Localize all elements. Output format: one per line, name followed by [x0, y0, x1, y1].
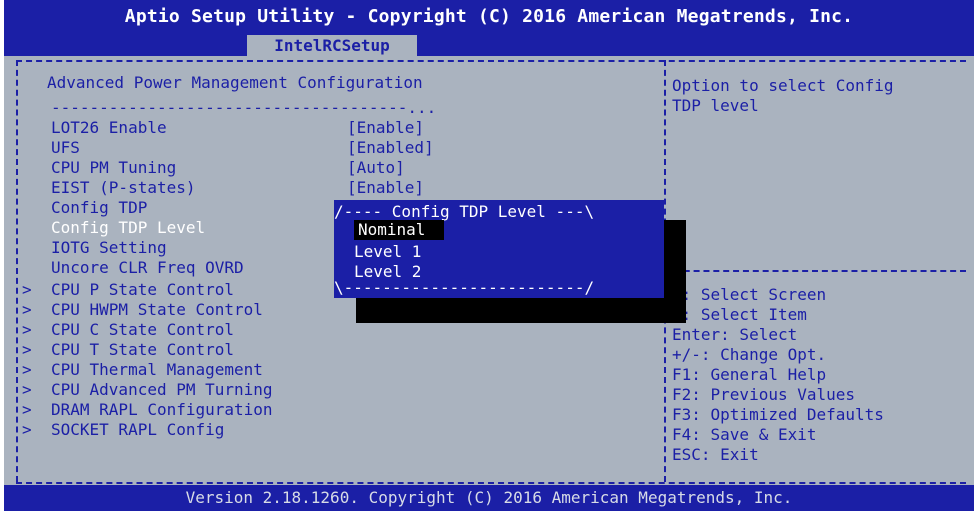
submenu-arrow-4: > [22, 340, 32, 359]
setting-iotg-setting[interactable]: IOTG Setting [51, 238, 167, 258]
submenu-arrow-3: > [22, 320, 32, 339]
footer-bar: Version 2.18.1260. Copyright (C) 2016 Am… [4, 485, 974, 511]
setting-eist-value[interactable]: [Enable] [347, 178, 424, 198]
app-title: Aptio Setup Utility - Copyright (C) 2016… [124, 6, 854, 27]
setting-config-tdp[interactable]: Config TDP [51, 198, 147, 218]
help-description-line-2: TDP level [672, 96, 759, 115]
submenu-arrow-1: > [22, 280, 32, 299]
help-key-select-item: v: Select Item [672, 305, 807, 324]
submenu-cpu-t-state-control[interactable]: CPU T State Control [51, 340, 234, 360]
title-divider: -------------------------------------... [51, 98, 437, 117]
setting-uncore-clr-freq-ovrd[interactable]: Uncore CLR Freq OVRD [51, 258, 244, 278]
setting-cpu-pm-tuning-value[interactable]: [Auto] [347, 158, 405, 178]
bottom-border [16, 482, 966, 484]
submenu-dram-rapl-configuration[interactable]: DRAM RAPL Configuration [51, 400, 273, 420]
submenu-socket-rapl-config[interactable]: SOCKET RAPL Config [51, 420, 224, 440]
submenu-cpu-thermal-management[interactable]: CPU Thermal Management [51, 360, 263, 380]
setting-ufs[interactable]: UFS [51, 138, 80, 158]
setting-lot26-enable-value[interactable]: [Enable] [347, 118, 424, 138]
setting-eist[interactable]: EIST (P-states) [51, 178, 196, 198]
setting-config-tdp-level[interactable]: Config TDP Level [51, 218, 205, 238]
help-key-previous-values: F2: Previous Values [672, 385, 856, 404]
help-description-line-1: Option to select Config [672, 76, 894, 95]
submenu-arrow-5: > [22, 360, 32, 379]
submenu-cpu-p-state-control[interactable]: CPU P State Control [51, 280, 234, 300]
submenu-arrow-7: > [22, 400, 32, 419]
popup-bottom-border: \-------------------------/ [334, 278, 595, 297]
popup-option-nominal[interactable]: Nominal [354, 220, 444, 240]
top-border [16, 60, 966, 62]
bios-window: Aptio Setup Utility - Copyright (C) 2016… [4, 0, 974, 511]
setting-ufs-value[interactable]: [Enabled] [347, 138, 434, 158]
submenu-arrow-8: > [22, 420, 32, 439]
help-key-general-help: F1: General Help [672, 365, 827, 384]
submenu-arrow-6: > [22, 380, 32, 399]
help-key-optimized-defaults: F3: Optimized Defaults [672, 405, 884, 424]
help-key-enter-select: Enter: Select [672, 325, 798, 344]
setting-cpu-pm-tuning[interactable]: CPU PM Tuning [51, 158, 176, 178]
submenu-cpu-hwpm-state-control[interactable]: CPU HWPM State Control [51, 300, 263, 320]
help-key-select-screen: <: Select Screen [672, 285, 827, 304]
header-bar: Aptio Setup Utility - Copyright (C) 2016… [4, 0, 974, 56]
submenu-cpu-advanced-pm-turning[interactable]: CPU Advanced PM Turning [51, 380, 273, 400]
submenu-cpu-c-state-control[interactable]: CPU C State Control [51, 320, 234, 340]
help-key-exit: ESC: Exit [672, 445, 759, 464]
config-tdp-level-popup: /---- Config TDP Level ---\ Nominal Leve… [334, 200, 664, 298]
tab-intelrcsetup[interactable]: IntelRCSetup [247, 35, 417, 56]
submenu-arrow-2: > [22, 300, 32, 319]
popup-option-level-1[interactable]: Level 1 [354, 242, 421, 262]
page-title: Advanced Power Management Configuration [47, 73, 423, 92]
left-border [16, 60, 18, 482]
help-divider [664, 270, 966, 272]
help-key-save-exit: F4: Save & Exit [672, 425, 817, 444]
help-key-change-option: +/-: Change Opt. [672, 345, 827, 364]
setting-lot26-enable[interactable]: LOT26 Enable [51, 118, 167, 138]
